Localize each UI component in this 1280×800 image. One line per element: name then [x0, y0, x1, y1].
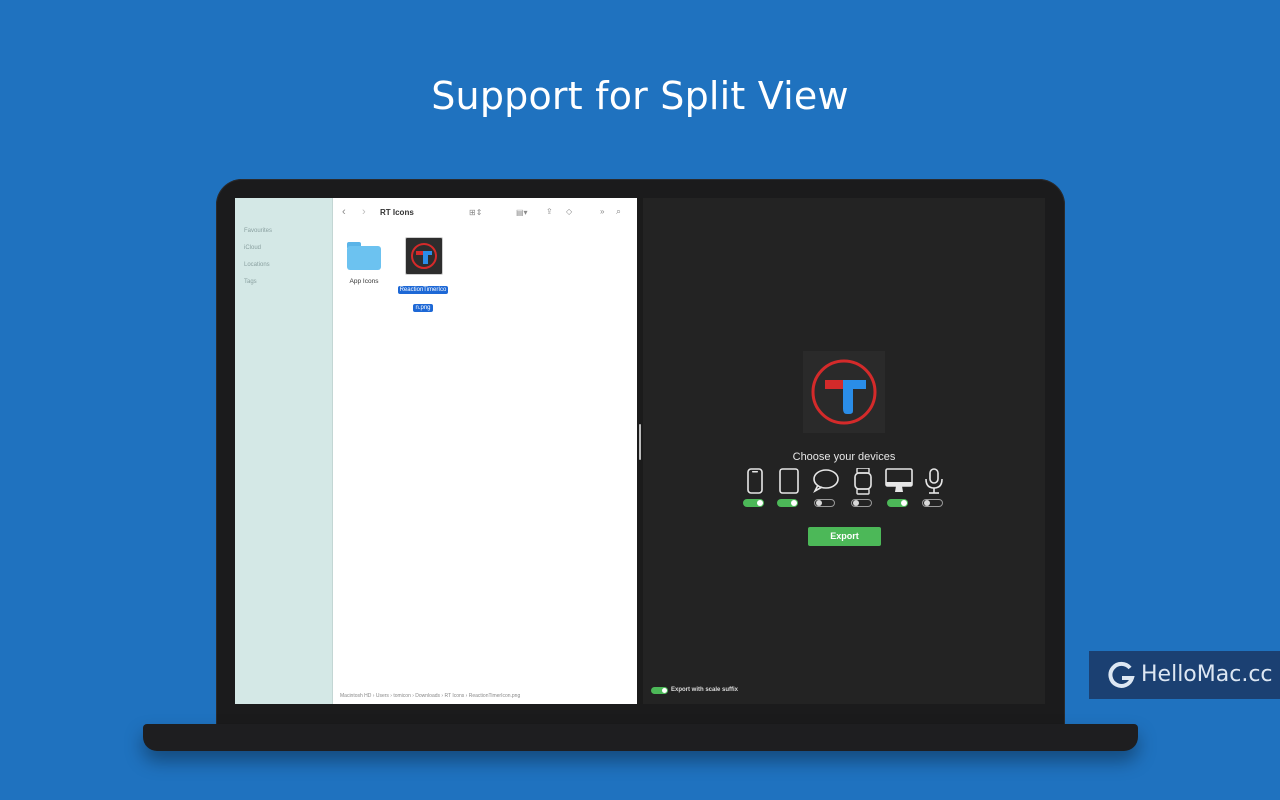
watch-toggle[interactable]	[851, 499, 872, 507]
iphone-icon	[747, 468, 763, 494]
sidebar-section-tags[interactable]: Tags	[244, 279, 257, 285]
icon-exporter-app: Choose your devices Export Export with s…	[643, 198, 1045, 704]
imessage-toggle[interactable]	[814, 499, 835, 507]
back-icon[interactable]: ‹	[342, 207, 346, 218]
choose-devices-label: Choose your devices	[792, 451, 896, 463]
device-ipad	[774, 468, 804, 512]
iphone-toggle[interactable]	[743, 499, 764, 507]
scale-suffix-toggle[interactable]	[651, 687, 668, 694]
mac-display-icon	[885, 468, 913, 492]
device-iphone	[740, 468, 770, 512]
watch-icon	[854, 468, 872, 495]
device-mac	[884, 468, 914, 512]
group-icon[interactable]: ▤▾	[516, 208, 528, 218]
microphone-icon	[925, 468, 943, 494]
finder-toolbar: ‹ › RT Icons ⊞⇕ ▤▾ ⇪ ◇ » ⌕	[332, 198, 637, 226]
device-imessage	[811, 468, 841, 512]
watermark-badge: HelloMac.cc	[1089, 651, 1280, 699]
more-toolbar-icon[interactable]: »	[600, 207, 604, 217]
mac-toggle[interactable]	[887, 499, 908, 507]
folder-icon[interactable]	[347, 242, 381, 270]
ipad-icon	[779, 468, 799, 494]
laptop-base	[143, 724, 1138, 751]
headline: Support for Split View	[431, 74, 849, 118]
watermark-text: HelloMac.cc	[1141, 662, 1273, 687]
message-bubble-icon	[813, 469, 839, 494]
hellomac-logo-icon	[1108, 661, 1135, 688]
file-name-line-1: ReactionTimerIco	[397, 286, 449, 294]
selected-file-label[interactable]: ReactionTimerIco n.png	[395, 278, 451, 314]
sidebar-section-locations[interactable]: Locations	[244, 262, 270, 268]
png-file-thumbnail[interactable]	[405, 237, 443, 275]
finder-window: Favourites iCloud Locations Tags ‹ › RT …	[235, 198, 637, 704]
device-watch	[848, 468, 878, 512]
tag-icon[interactable]: ◇	[566, 207, 572, 217]
finder-sidebar: Favourites iCloud Locations Tags	[235, 198, 333, 704]
export-button[interactable]: Export	[808, 527, 881, 546]
icon-view-icon[interactable]: ⊞⇕	[469, 208, 482, 218]
finder-window-title: RT Icons	[380, 208, 414, 217]
laptop-screen: Favourites iCloud Locations Tags ‹ › RT …	[235, 198, 1045, 704]
split-view-handle[interactable]	[639, 424, 641, 460]
sidebar-section-icloud[interactable]: iCloud	[244, 245, 261, 251]
search-icon[interactable]: ⌕	[616, 206, 621, 216]
reaction-timer-logo-icon	[411, 243, 437, 269]
reaction-timer-preview-icon	[811, 359, 877, 425]
forward-icon[interactable]: ›	[362, 207, 366, 218]
microphone-toggle[interactable]	[922, 499, 943, 507]
device-microphone	[919, 468, 949, 512]
path-bar[interactable]: Macintosh HD › Users › tomicon › Downloa…	[332, 690, 637, 704]
share-icon[interactable]: ⇪	[546, 207, 553, 217]
ipad-toggle[interactable]	[777, 499, 798, 507]
folder-label[interactable]: App Icons	[339, 278, 389, 285]
app-icon-preview	[803, 351, 885, 433]
scale-suffix-label: Export with scale suffix	[671, 687, 739, 693]
file-name-line-2: n.png	[413, 304, 433, 312]
sidebar-section-favourites[interactable]: Favourites	[244, 228, 272, 234]
